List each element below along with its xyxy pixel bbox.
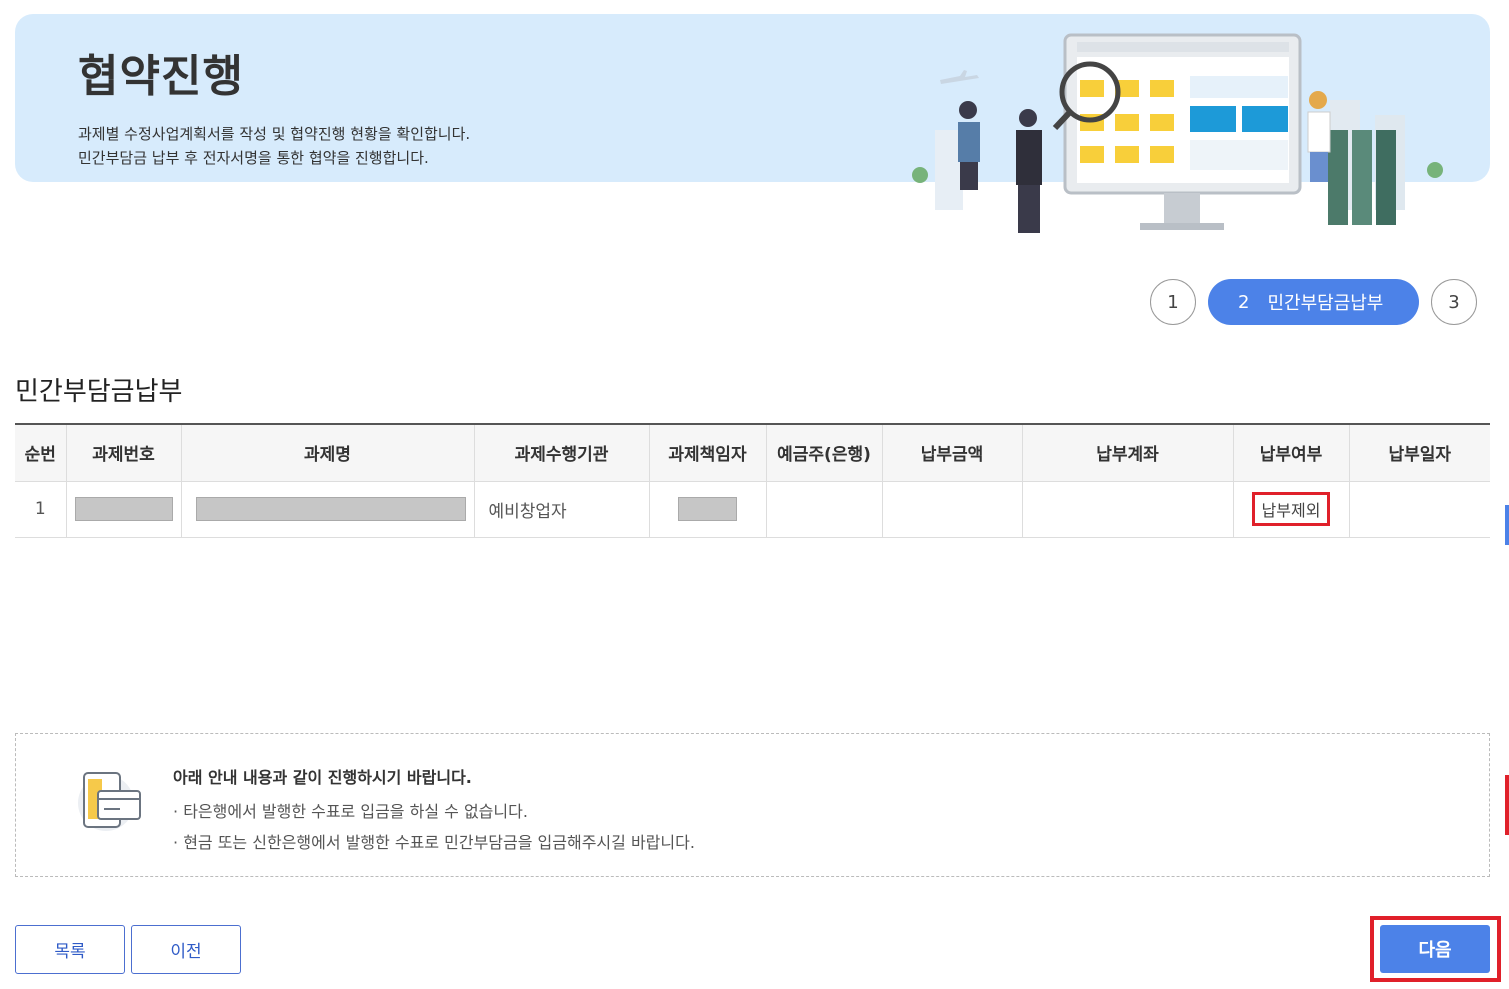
- col-header: 순번: [15, 423, 66, 482]
- notice-heading: 아래 안내 내용과 같이 진행하시기 바랍니다.: [173, 768, 472, 787]
- redacted-block: [74, 497, 173, 521]
- redacted-block: [195, 497, 466, 521]
- status-badge: 납부제외: [1251, 492, 1331, 526]
- col-header: 과제명: [180, 423, 474, 482]
- col-header: 과제번호: [65, 423, 181, 482]
- notice-box: 아래 안내 내용과 같이 진행하시기 바랍니다. · 타은행에서 발행한 수표로…: [15, 733, 1490, 877]
- side-edge-mark: [1505, 505, 1509, 545]
- col-header: 납부금액: [881, 423, 1022, 482]
- col-header: 과제수행기관: [473, 423, 649, 482]
- cell-project-name[interactable]: [180, 481, 474, 538]
- col-header: 과제책임자: [648, 423, 766, 482]
- cell-account: [1021, 481, 1233, 538]
- section-title: 민간부담금납부: [15, 377, 183, 407]
- cell-org: 예비창업자: [473, 481, 649, 538]
- col-header: 납부계좌: [1021, 423, 1233, 482]
- step-2-active[interactable]: 2 민간부담금납부: [1208, 279, 1419, 325]
- col-header: 납부일자: [1348, 423, 1490, 482]
- col-header: 납부여부: [1232, 423, 1349, 482]
- cell-status: 납부제외: [1232, 481, 1349, 538]
- cell-date: [1348, 481, 1490, 538]
- banner-desc-line-2: 민간부담금 납부 후 전자서명을 통한 협약을 진행합니다.: [78, 149, 429, 167]
- next-button[interactable]: 다음: [1380, 925, 1490, 973]
- col-header: 예금주(은행): [765, 423, 882, 482]
- step-3[interactable]: 3: [1431, 279, 1477, 325]
- card-document-icon: [78, 772, 141, 831]
- page-title: 협약진행: [78, 51, 244, 102]
- notice-text: 현금 또는 신한은행에서 발행한 수표로 민간부담금을 입금해주시길 바랍니다.: [183, 833, 695, 852]
- step-2-label: 민간부담금납부: [1267, 293, 1384, 314]
- step-1[interactable]: 1: [1150, 279, 1196, 325]
- side-edge-mark: [1505, 775, 1509, 835]
- step-2-number: 2: [1238, 291, 1250, 313]
- list-button[interactable]: 목록: [15, 925, 125, 974]
- table-row: 1 예비창업자 납부제외: [15, 481, 1490, 538]
- cell-project-number: [65, 481, 181, 538]
- cell-account-holder: [765, 481, 882, 538]
- banner-desc-line-1: 과제별 수정사업계획서를 작성 및 협약진행 현황을 확인합니다.: [78, 125, 471, 143]
- contract-illustration-icon: [912, 33, 1443, 233]
- cell-seq: 1: [15, 481, 66, 538]
- notice-item: · 현금 또는 신한은행에서 발행한 수표로 민간부담금을 입금해주시길 바랍니…: [173, 829, 695, 853]
- bullet: ·: [173, 802, 179, 821]
- table-header-row: 순번 과제번호 과제명 과제수행기관 과제책임자 예금주(은행) 납부금액 납부…: [15, 423, 1490, 482]
- cell-manager: [648, 481, 766, 538]
- redacted-block: [678, 497, 737, 521]
- banner-description: 과제별 수정사업계획서를 작성 및 협약진행 현황을 확인합니다. 민간부담금 …: [78, 122, 470, 170]
- cell-amount: [881, 481, 1022, 538]
- notice-item: · 타은행에서 발행한 수표로 입금을 하실 수 없습니다.: [173, 798, 528, 822]
- bullet: ·: [173, 833, 179, 852]
- payment-table: 순번 과제번호 과제명 과제수행기관 과제책임자 예금주(은행) 납부금액 납부…: [15, 423, 1490, 538]
- notice-text: 타은행에서 발행한 수표로 입금을 하실 수 없습니다.: [183, 802, 528, 821]
- prev-button[interactable]: 이전: [131, 925, 241, 974]
